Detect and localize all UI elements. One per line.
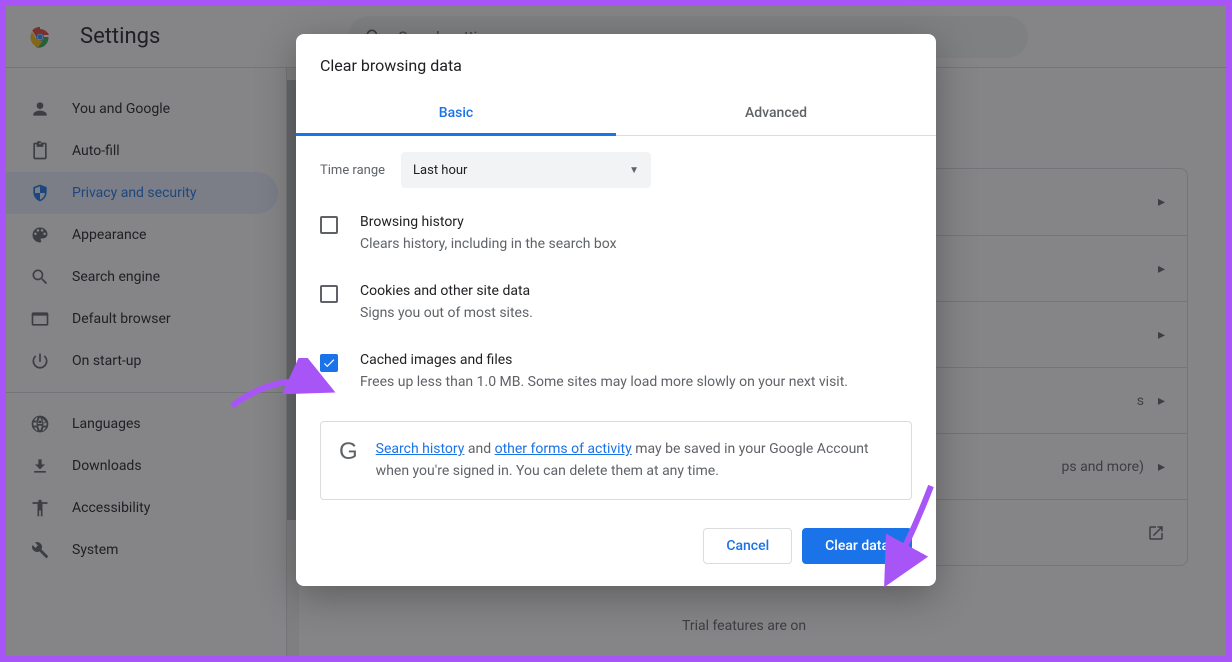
checkbox-cached-images[interactable]	[320, 354, 338, 372]
checkbox-cookies[interactable]	[320, 285, 338, 303]
link-search-history[interactable]: Search history	[376, 441, 465, 457]
time-range-select[interactable]: Last hour ▼	[401, 152, 651, 188]
option-cached-images: Cached images and files Frees up less th…	[320, 352, 912, 393]
app-frame: Settings Search settings You and Google …	[6, 6, 1226, 656]
cancel-button[interactable]: Cancel	[703, 528, 792, 564]
info-box: G Search history and other forms of acti…	[320, 421, 912, 500]
time-range-row: Time range Last hour ▼	[320, 152, 912, 188]
option-title: Browsing history	[360, 214, 617, 230]
option-title: Cookies and other site data	[360, 283, 533, 299]
option-title: Cached images and files	[360, 352, 848, 368]
option-browsing-history: Browsing history Clears history, includi…	[320, 214, 912, 255]
dialog-body: Time range Last hour ▼ Browsing history …	[296, 136, 936, 510]
modal-overlay: Clear browsing data Basic Advanced Time …	[6, 6, 1226, 656]
time-range-value: Last hour	[413, 163, 467, 178]
dialog-title: Clear browsing data	[296, 34, 936, 93]
clear-browsing-data-dialog: Clear browsing data Basic Advanced Time …	[296, 34, 936, 586]
link-other-activity[interactable]: other forms of activity	[495, 441, 632, 457]
dialog-footer: Cancel Clear data	[296, 510, 936, 586]
option-cookies: Cookies and other site data Signs you ou…	[320, 283, 912, 324]
time-range-label: Time range	[320, 163, 385, 178]
checkmark-icon	[322, 356, 336, 370]
tab-advanced[interactable]: Advanced	[616, 93, 936, 135]
clear-data-button[interactable]: Clear data	[802, 528, 912, 564]
option-desc: Signs you out of most sites.	[360, 303, 533, 324]
chevron-down-icon: ▼	[629, 165, 639, 176]
tab-basic[interactable]: Basic	[296, 93, 616, 135]
google-g-icon: G	[339, 440, 358, 464]
option-desc: Frees up less than 1.0 MB. Some sites ma…	[360, 372, 848, 393]
option-desc: Clears history, including in the search …	[360, 234, 617, 255]
checkbox-browsing-history[interactable]	[320, 216, 338, 234]
dialog-tabs: Basic Advanced	[296, 93, 936, 136]
info-text: Search history and other forms of activi…	[376, 438, 893, 483]
